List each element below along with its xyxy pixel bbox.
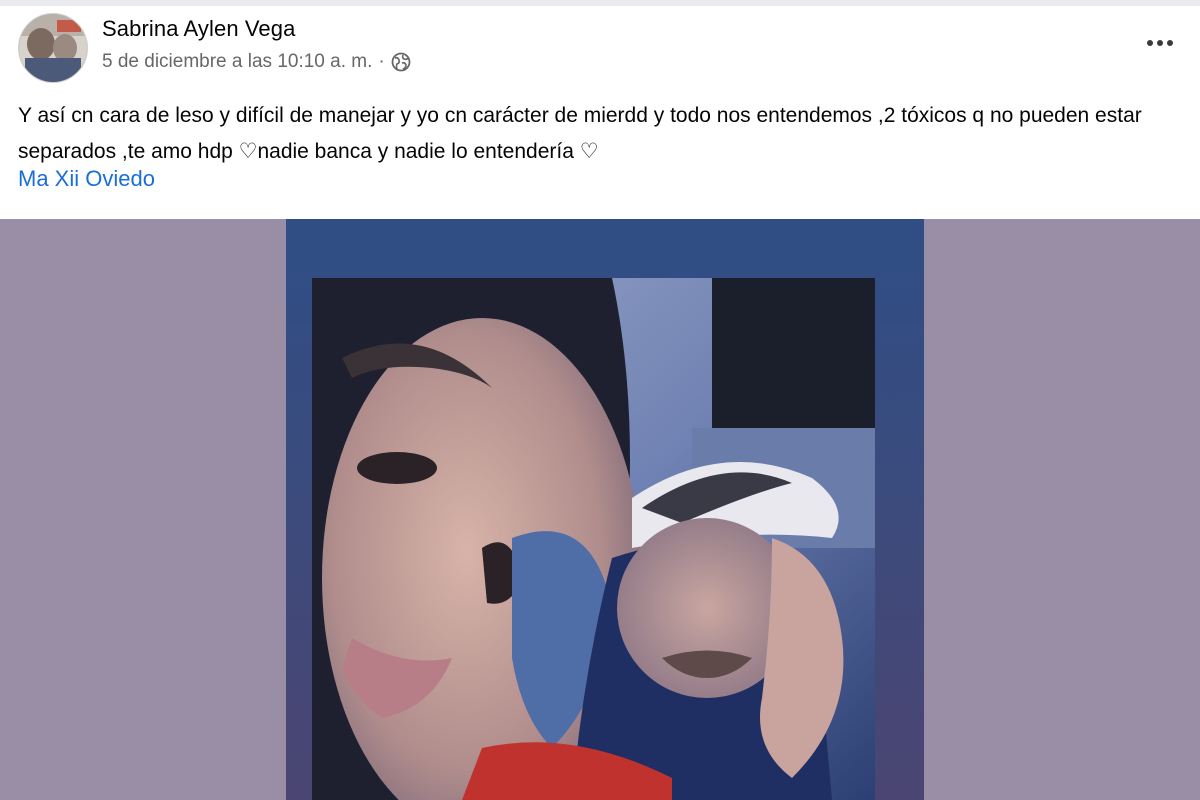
more-horizontal-icon: [1167, 40, 1173, 46]
selfie-photo[interactable]: [312, 278, 875, 800]
more-horizontal-icon: [1147, 40, 1153, 46]
post-meta: 5 de diciembre a las 10:10 a. m. ·: [102, 51, 411, 73]
post-timestamp[interactable]: 5 de diciembre a las 10:10 a. m.: [102, 51, 372, 73]
post-header: Sabrina Aylen Vega 5 de diciembre a las …: [0, 6, 1200, 88]
more-options-button[interactable]: [1142, 28, 1178, 58]
post-text: Y así cn cara de leso y difícil de manej…: [18, 104, 1142, 163]
post-media[interactable]: [0, 219, 1200, 800]
globe-icon[interactable]: [391, 52, 411, 72]
author-name[interactable]: Sabrina Aylen Vega: [102, 16, 295, 42]
author-avatar[interactable]: [18, 13, 88, 83]
more-horizontal-icon: [1157, 40, 1163, 46]
tagged-user-link[interactable]: Ma Xii Oviedo: [18, 166, 155, 192]
meta-separator: ·: [378, 51, 385, 72]
facebook-post: Sabrina Aylen Vega 5 de diciembre a las …: [0, 0, 1200, 800]
